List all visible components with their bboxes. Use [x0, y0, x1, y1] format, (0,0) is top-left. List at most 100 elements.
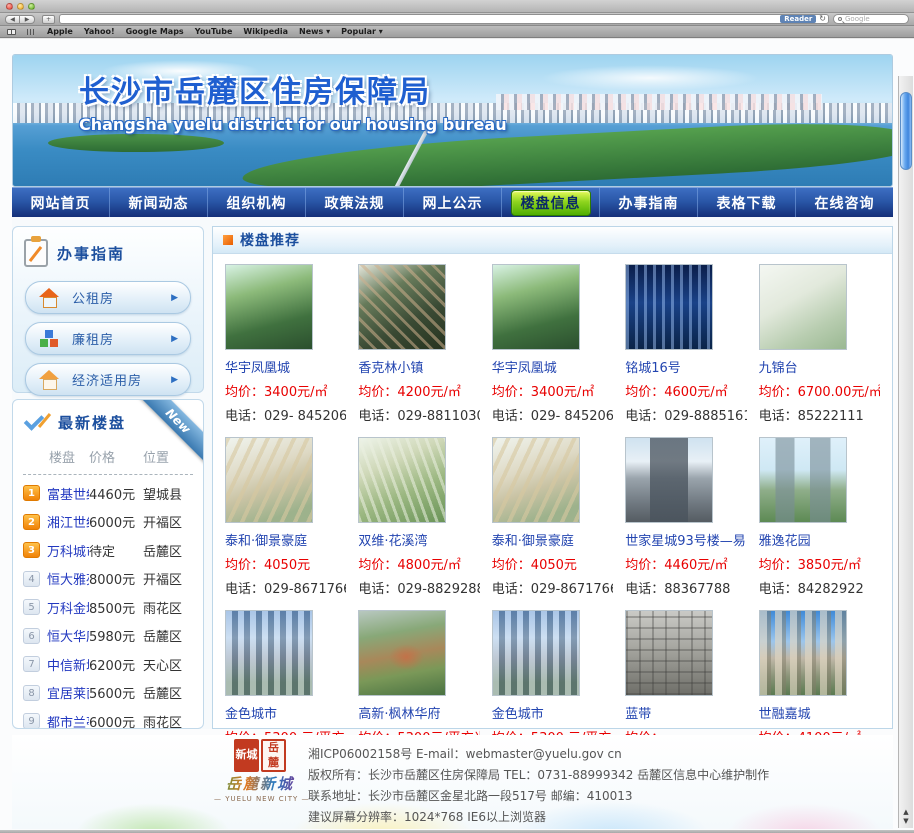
property-thumbnail[interactable] [625, 437, 713, 523]
vertical-scrollbar[interactable]: ▲▼ [898, 76, 913, 828]
property-name-link[interactable]: 恒大雅苑 [47, 569, 89, 588]
property-name-link[interactable]: 中信新城 [47, 655, 89, 674]
property-name-link[interactable]: 金色城市 [492, 703, 613, 722]
property-price: 均价：3400元/㎡ [225, 381, 346, 400]
property-card: 华宇凤凰城 均价：3400元/㎡ 电话：029- 84520609 [486, 264, 619, 437]
nav-item[interactable]: 网上公示 [403, 188, 501, 217]
property-name-link[interactable]: 高新·枫林华府 [358, 703, 479, 722]
property-card-grid: 华宇凤凰城 均价：3400元/㎡ 电话：029- 84520609 香克林小镇 … [213, 254, 892, 783]
nav-item[interactable]: 办事指南 [599, 188, 697, 217]
footer-text-line: 湘ICP06002158号 E-mail：webmaster@yuelu.gov… [308, 744, 893, 765]
property-name-link[interactable]: 雅逸花园 [759, 530, 880, 549]
property-thumbnail[interactable] [358, 264, 446, 350]
latest-property-row[interactable]: 7 中信新城 6200元 天心区 [21, 650, 195, 679]
reading-list-icon[interactable] [7, 29, 16, 35]
new-tab-button[interactable]: + [42, 15, 55, 24]
property-thumbnail[interactable] [625, 610, 713, 696]
bookmark-item[interactable]: Yahoo! [84, 27, 115, 36]
nav-item[interactable]: 表格下载 [697, 188, 795, 217]
property-name-link[interactable]: 蓝带 [625, 703, 746, 722]
property-name-link[interactable]: 双维·花溪湾 [358, 530, 479, 549]
service-guide-button[interactable]: 公租房 ▶ [25, 281, 191, 314]
scrollbar-thumb[interactable] [900, 92, 912, 170]
bookmark-item[interactable]: Apple [47, 27, 73, 36]
nav-item[interactable]: 组织机构 [207, 188, 305, 217]
nav-item[interactable]: 楼盘信息 [501, 188, 599, 217]
property-thumbnail[interactable] [759, 437, 847, 523]
nav-item[interactable]: 在线咨询 [795, 188, 893, 217]
recommended-properties-panel: 楼盘推荐 华宇凤凰城 均价：3400元/㎡ 电话：029- 84520609 [212, 226, 893, 729]
service-category-icon [38, 329, 60, 349]
property-name-link[interactable]: 泰和·御景豪庭 [225, 530, 346, 549]
latest-property-row[interactable]: 6 恒大华府 5980元 岳麓区 [21, 622, 195, 651]
property-name-link[interactable]: 华宇凤凰城 [225, 357, 346, 376]
forward-button[interactable]: ▶ [20, 15, 35, 24]
property-thumbnail[interactable] [358, 610, 446, 696]
property-thumbnail[interactable] [625, 264, 713, 350]
property-name-link[interactable]: 泰和·御景豪庭 [492, 530, 613, 549]
property-name-link[interactable]: 金色城市 [225, 703, 346, 722]
search-input[interactable]: Google [833, 14, 909, 24]
scrollbar-arrows[interactable]: ▲▼ [899, 808, 913, 826]
bookmark-item[interactable]: YouTube [195, 27, 233, 36]
property-thumbnail[interactable] [358, 437, 446, 523]
property-thumbnail[interactable] [492, 437, 580, 523]
top-sites-icon[interactable] [27, 29, 36, 35]
latest-properties-rows: 1 富基世纪公园 4460元 望城县 2 湘江世纪城 6000元 [21, 479, 195, 729]
nav-item[interactable]: 新闻动态 [109, 188, 207, 217]
property-name-link[interactable]: 华宇凤凰城 [492, 357, 613, 376]
browser-titlebar[interactable] [0, 0, 914, 13]
page-viewport: 长沙市岳麓区住房保障局 Changsha yuelu district for … [0, 38, 914, 831]
back-button[interactable]: ◀ [5, 15, 20, 24]
service-guide-button[interactable]: 廉租房 ▶ [25, 322, 191, 355]
zoom-window-icon[interactable] [28, 3, 35, 10]
latest-property-row[interactable]: 5 万科金域华府 8500元 雨花区 [21, 593, 195, 622]
property-name-link[interactable]: 都市兰亭 [47, 712, 89, 729]
property-name-link[interactable]: 九锦台 [759, 357, 880, 376]
minimize-window-icon[interactable] [17, 3, 24, 10]
bookmark-item[interactable]: Wikipedia [243, 27, 288, 36]
property-name-link[interactable]: 香克林小镇 [358, 357, 479, 376]
bookmark-item[interactable]: Popular ▾ [341, 27, 383, 36]
property-thumbnail[interactable] [492, 610, 580, 696]
service-guide-label: 公租房 [72, 288, 114, 307]
bookmark-item[interactable]: News ▾ [299, 27, 330, 36]
close-window-icon[interactable] [6, 3, 13, 10]
property-card: 双维·花溪湾 均价：4800元/㎡ 电话：029-88292888 [352, 437, 485, 610]
property-thumbnail[interactable] [225, 437, 313, 523]
property-name-link[interactable]: 恒大华府 [47, 626, 89, 645]
latest-property-row[interactable]: 3 万科城市花园 待定 岳麓区 [21, 536, 195, 565]
property-name-link[interactable]: 铭城16号 [625, 357, 746, 376]
property-price: 均价：4800元/㎡ [358, 554, 479, 573]
service-category-icon [38, 370, 60, 390]
latest-property-row[interactable]: 1 富基世纪公园 4460元 望城县 [21, 479, 195, 508]
property-thumbnail[interactable] [759, 610, 847, 696]
property-name-link[interactable]: 湘江世纪城 [47, 512, 89, 531]
property-name-link[interactable]: 宜居莱茵城 [47, 683, 89, 702]
latest-property-row[interactable]: 4 恒大雅苑 8000元 开福区 [21, 565, 195, 594]
property-thumbnail[interactable] [225, 264, 313, 350]
property-thumbnail[interactable] [759, 264, 847, 350]
nav-item-label: 办事指南 [619, 193, 679, 213]
latest-property-row[interactable]: 8 宜居莱茵城 5600元 岳麓区 [21, 679, 195, 708]
latest-property-row[interactable]: 9 都市兰亭 6000元 雨花区 [21, 707, 195, 729]
reload-icon[interactable]: ↻ [819, 15, 826, 23]
property-name-link[interactable]: 世家星城93号楼—易山 [625, 530, 746, 549]
address-bar[interactable]: Reader ↻ [59, 14, 829, 24]
property-name-link[interactable]: 富基世纪公园 [47, 484, 89, 503]
property-card: 泰和·御景豪庭 均价：4050元 电话：029-86717666 [219, 437, 352, 610]
bookmark-item[interactable]: Google Maps [126, 27, 184, 36]
property-name-link[interactable]: 万科城市花园 [47, 541, 89, 560]
service-guide-button[interactable]: 经济适用房 ▶ [25, 363, 191, 396]
nav-item[interactable]: 网站首页 [12, 188, 109, 217]
service-guide-panel: 办事指南 公租房 ▶ [12, 226, 204, 393]
property-phone: 电话：84282922 [759, 578, 880, 597]
nav-item[interactable]: 政策法规 [305, 188, 403, 217]
property-name-link[interactable]: 世融嘉城 [759, 703, 880, 722]
property-thumbnail[interactable] [492, 264, 580, 350]
reader-button[interactable]: Reader [780, 15, 816, 23]
latest-property-row[interactable]: 2 湘江世纪城 6000元 开福区 [21, 508, 195, 537]
property-thumbnail[interactable] [225, 610, 313, 696]
property-name-link[interactable]: 万科金域华府 [47, 598, 89, 617]
recommended-properties-title: 楼盘推荐 [240, 230, 300, 250]
